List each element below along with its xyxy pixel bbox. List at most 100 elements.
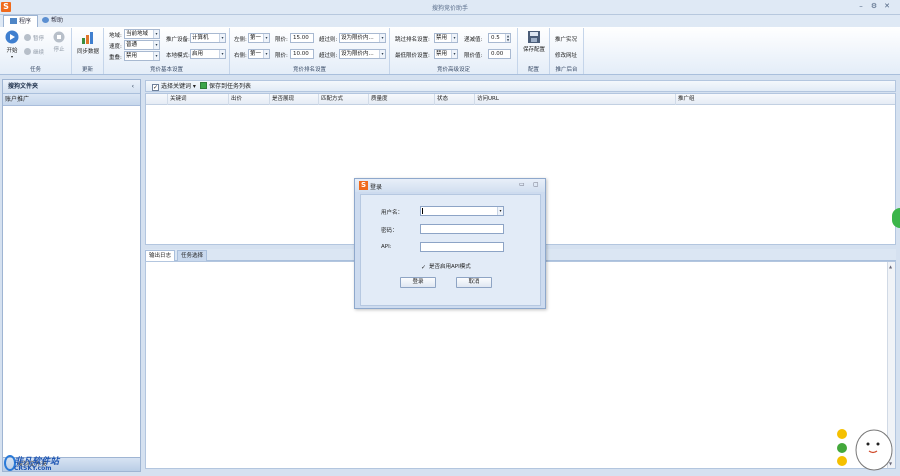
chevron-down-icon: ▾ [219, 50, 225, 58]
login-dialog-titlebar: S 登录 ▭ ▢ [355, 179, 545, 192]
lowest-limit-select[interactable]: 禁用 ▾ [434, 49, 458, 59]
start-button[interactable]: 开始 ▾ [3, 30, 21, 59]
api-field[interactable] [420, 242, 504, 252]
spinner-arrows-icon[interactable]: ▲ ▼ [505, 34, 510, 42]
overlap-select[interactable]: 禁用 ▾ [124, 51, 160, 61]
floppy-disk-icon [528, 31, 540, 43]
cancel-button[interactable]: 取消 [456, 277, 492, 288]
settings-icon[interactable]: ⚙ [868, 1, 880, 12]
region-select[interactable]: 当前地域 ▾ [124, 29, 160, 39]
minimize-icon[interactable]: – [855, 1, 867, 12]
select-keywords-button[interactable]: ✓ 选择关键词 ▾ [152, 82, 196, 92]
group-update: 同步数据 更新 [72, 28, 104, 74]
ribbon: 开始 ▾ 暂停 继续 停止 任务 同步数据 更新 地域: 当前地域 ▾ 速度: 普… [0, 27, 900, 75]
stop-icon [53, 31, 65, 43]
close-icon[interactable]: ✕ [881, 1, 893, 12]
chevron-down-icon: ▾ [451, 50, 457, 58]
group-advanced-settings: 跳过排名设置: 禁用 ▾ 最低限价设置: 禁用 ▾ 递减值: 0.5 ▲ ▼ 限价值: … [390, 28, 518, 74]
login-button[interactable]: 登录 [400, 277, 436, 288]
speed-select[interactable]: 普通 ▾ [124, 40, 160, 50]
minimize-icon[interactable]: ▭ [519, 181, 525, 188]
local-mode-select[interactable]: 启用 ▾ [190, 49, 226, 59]
col-displayed[interactable]: 是否展现 [270, 94, 319, 105]
save-task-icon [200, 82, 207, 89]
left-exceed-select[interactable]: 设为限价内... ▾ [339, 33, 386, 43]
collapse-panel-icon[interactable]: ‹ [132, 80, 134, 94]
password-field[interactable] [420, 224, 504, 234]
tab-help[interactable]: 帮助 [36, 15, 69, 27]
decrement-spinner[interactable]: 0.5 ▲ ▼ [488, 33, 511, 43]
left-rank-select[interactable]: 第一 ▾ [248, 33, 270, 43]
chevron-down-icon: ▾ [153, 30, 159, 38]
sync-data-button[interactable]: 同步数据 [75, 31, 101, 55]
start-dropdown-icon[interactable]: ▾ [3, 54, 21, 59]
group-task: 开始 ▾ 暂停 继续 停止 任务 [0, 28, 72, 74]
folder-panel: 搜狗文件夹 ‹ 账户推广 搜狗文件夹 [2, 79, 141, 472]
col-bid[interactable]: 出价 [229, 94, 270, 105]
skip-rank-select[interactable]: 禁用 ▾ [434, 33, 458, 43]
site-watermark: 非凡软件站 CRSKY.com [4, 452, 82, 474]
chevron-down-icon: ▾ [263, 34, 269, 42]
left-limit-spinner[interactable]: 15.00 [290, 33, 314, 43]
device-select[interactable]: 计算机 ▾ [190, 33, 226, 43]
resume-button[interactable]: 继续 [24, 48, 44, 56]
col-status[interactable]: 状态 [435, 94, 475, 105]
save-to-task-list-button[interactable]: 保存到任务列表 [200, 82, 251, 92]
chevron-down-icon: ▾ [379, 34, 385, 42]
login-form: 用户名： ▾ 密码： API: ✓ 是否启用API模式 登录 取消 [360, 194, 541, 306]
mascot-icon[interactable] [836, 418, 894, 472]
chevron-down-icon: ▾ [451, 34, 457, 42]
save-config-button[interactable]: 保存配置 [521, 31, 547, 53]
chevron-down-icon: ▾ [219, 34, 225, 42]
tree-item-account-promotion[interactable]: 账户推广 [3, 94, 140, 106]
resume-icon [24, 48, 31, 55]
login-dialog-title: 登录 [370, 184, 383, 191]
program-icon [10, 18, 17, 24]
login-dialog: S 登录 ▭ ▢ 用户名： ▾ 密码： API: ✓ 是否启用API模式 登录 取… [354, 178, 546, 309]
group-basic-settings: 地域: 当前地域 ▾ 速度: 普通 ▾ 重叠: 禁用 ▾ 推广设备: 计算机 ▾ 本地模… [104, 28, 230, 74]
scroll-up-icon[interactable]: ▲ [889, 264, 892, 269]
chevron-down-icon: ▾ [379, 50, 385, 58]
grid-header: 关键词 出价 是否展现 匹配方式 质量度 状态 访问URL 推广组 [146, 94, 895, 105]
col-ad-group[interactable]: 推广组 [676, 94, 895, 105]
col-match-type[interactable]: 匹配方式 [319, 94, 369, 105]
chevron-down-icon[interactable]: ▾ [497, 207, 503, 215]
keyword-toolbar: ✓ 选择关键词 ▾ 保存到任务列表 [145, 80, 896, 92]
limit-value-input[interactable]: 0.00 [488, 49, 511, 59]
col-url[interactable]: 访问URL [475, 94, 676, 105]
window-title: 搜狗竞价助手 [431, 5, 468, 12]
tab-output-log[interactable]: 输出日志 [145, 250, 176, 261]
app-logo-icon: S [359, 181, 368, 190]
text-cursor [422, 208, 423, 214]
promotion-live-link[interactable]: 推广实况 [555, 35, 577, 43]
right-limit-spinner[interactable]: 10.00 [290, 49, 314, 59]
stop-button[interactable]: 停止 [51, 31, 67, 53]
col-keyword[interactable]: 关键词 [168, 94, 229, 105]
right-rank-select[interactable]: 第一 ▾ [248, 49, 270, 59]
chevron-down-icon: ▾ [153, 41, 159, 49]
folder-panel-header: 搜狗文件夹 ‹ [3, 80, 140, 94]
chevron-down-icon: ▾ [263, 50, 269, 58]
pause-icon [24, 34, 31, 41]
chevron-down-icon: ▾ [153, 52, 159, 60]
floating-side-badge[interactable] [892, 208, 900, 228]
group-rank-settings: 左侧: 第一 ▾ 右侧: 第一 ▾ 限价: 15.00 限价: 10.00 超过则:… [230, 28, 390, 74]
col-quality[interactable]: 质量度 [369, 94, 435, 105]
checkmark-icon: ✓ [421, 264, 427, 271]
tab-task-select[interactable]: 任务选择 [177, 250, 208, 261]
username-combo[interactable]: ▾ [420, 206, 504, 216]
ribbon-tab-strip: 程序 帮助 [0, 15, 900, 27]
title-bar: S 搜狗竞价助手 – ⚙ ✕ [0, 0, 900, 15]
checkbox-icon: ✓ [152, 84, 159, 91]
help-icon [42, 17, 49, 23]
bar-chart-icon [82, 32, 93, 44]
group-config: 保存配置 配置 [518, 28, 550, 74]
maximize-icon[interactable]: ▢ [533, 181, 539, 188]
right-exceed-select[interactable]: 设为限价内... ▾ [339, 49, 386, 59]
group-backend: 推广实况 修改网址 推广后台 [550, 28, 584, 74]
pause-button[interactable]: 暂停 [24, 34, 44, 42]
tab-program[interactable]: 程序 [3, 15, 39, 27]
api-mode-checkbox[interactable]: ✓ 是否启用API模式 [420, 262, 471, 271]
grid-rownum-header [146, 94, 168, 105]
modify-url-link[interactable]: 修改网址 [555, 51, 577, 59]
